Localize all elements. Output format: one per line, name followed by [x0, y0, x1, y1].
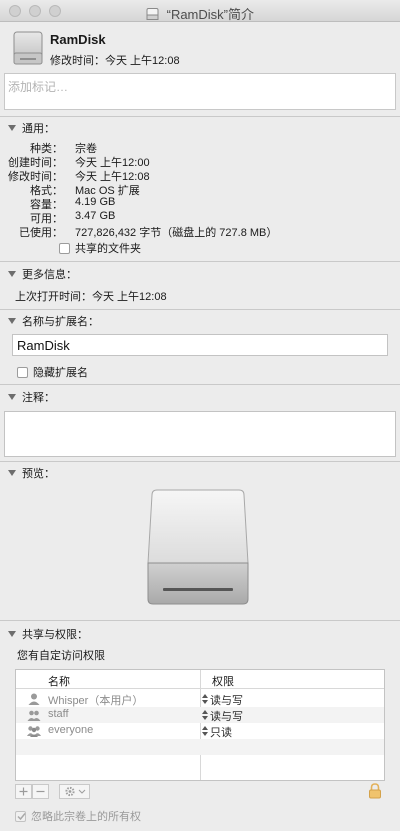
lock-icon[interactable] [368, 783, 382, 799]
disclosure-triangle-icon[interactable] [8, 470, 16, 476]
section-preview[interactable]: 预览： [8, 465, 55, 481]
section-more-info[interactable]: 更多信息： [8, 266, 77, 282]
section-name-extension[interactable]: 名称与扩展名： [8, 313, 99, 329]
up-down-arrows-icon[interactable] [202, 726, 208, 736]
info-row-format: 格式： Mac OS 扩展 [30, 185, 140, 197]
hide-extension-checkbox[interactable]: 隐藏扩展名 [17, 364, 88, 380]
user-icon [28, 693, 40, 705]
table-row [16, 755, 384, 771]
shared-folder-checkbox[interactable]: 共享的文件夹 [59, 240, 141, 256]
checkbox-box[interactable] [59, 243, 70, 254]
privilege-select[interactable]: 读与写 [210, 692, 243, 708]
table-row[interactable]: staff 读与写 [16, 707, 384, 723]
disclosure-triangle-icon[interactable] [8, 318, 16, 324]
section-comments[interactable]: 注释： [8, 389, 55, 405]
privilege-select[interactable]: 读与写 [210, 708, 243, 724]
disclosure-triangle-icon[interactable] [8, 125, 16, 131]
last-opened: 上次打开时间：今天 上午12:08 [15, 291, 167, 303]
name-field[interactable]: RamDisk [12, 334, 388, 356]
title-bar: “RamDisk”简介 [0, 0, 400, 22]
disclosure-triangle-icon[interactable] [8, 631, 16, 637]
up-down-arrows-icon[interactable] [202, 694, 208, 704]
table-row[interactable]: Whisper（本用户） 读与写 [16, 691, 384, 707]
permissions-table[interactable]: 名称 权限 Whisper（本用户） 读与写 staff 读与写 everyon… [15, 669, 385, 781]
tags-input[interactable]: 添加标记… [4, 73, 396, 110]
info-row-capacity: 容量： 4.19 GB [30, 196, 116, 211]
disclosure-triangle-icon[interactable] [8, 271, 16, 277]
table-row[interactable]: everyone 只读 [16, 723, 384, 739]
add-button[interactable] [15, 784, 32, 799]
column-header-name[interactable]: 名称 [48, 673, 70, 689]
ignore-ownership-checkbox[interactable]: 忽略此宗卷上的所有权 [15, 808, 141, 824]
everyone-icon [27, 726, 41, 737]
checkbox-box[interactable] [15, 811, 26, 822]
info-row-available: 可用： 3.47 GB [30, 210, 116, 225]
remove-button[interactable] [32, 784, 49, 799]
disclosure-triangle-icon[interactable] [8, 394, 16, 400]
info-row-modified: 修改时间： 今天 上午12:08 [8, 171, 150, 183]
info-row-used: 已使用： 727,826,432 字节（磁盘上的 727.8 MB） [19, 227, 278, 239]
info-row-created: 创建时间： 今天 上午12:00 [8, 157, 150, 169]
gear-icon [65, 786, 86, 797]
group-icon [27, 710, 41, 721]
action-menu-button[interactable] [59, 784, 90, 799]
access-note: 您有自定访问权限 [17, 650, 105, 662]
modified-date: 修改时间：今天 上午12:08 [50, 55, 180, 67]
section-sharing-permissions[interactable]: 共享与权限： [8, 626, 88, 642]
plus-icon [19, 787, 28, 796]
privilege-select[interactable]: 只读 [210, 724, 232, 740]
disk-icon [146, 8, 159, 20]
checkmark-icon [17, 813, 26, 821]
up-down-arrows-icon[interactable] [202, 710, 208, 720]
checkbox-box[interactable] [17, 367, 28, 378]
window-title: “RamDisk”简介 [166, 7, 254, 22]
minus-icon [36, 790, 45, 793]
comments-textarea[interactable] [4, 411, 396, 457]
disk-preview-icon [147, 489, 249, 605]
info-header: RamDisk 修改时间：今天 上午12:08 [0, 22, 400, 70]
section-general[interactable]: 通用： [8, 120, 55, 136]
info-row-kind: 种类： 宗卷 [30, 143, 97, 155]
column-header-privilege[interactable]: 权限 [212, 673, 234, 689]
table-row [16, 739, 384, 755]
volume-name: RamDisk [50, 32, 106, 47]
disk-icon [13, 31, 43, 65]
